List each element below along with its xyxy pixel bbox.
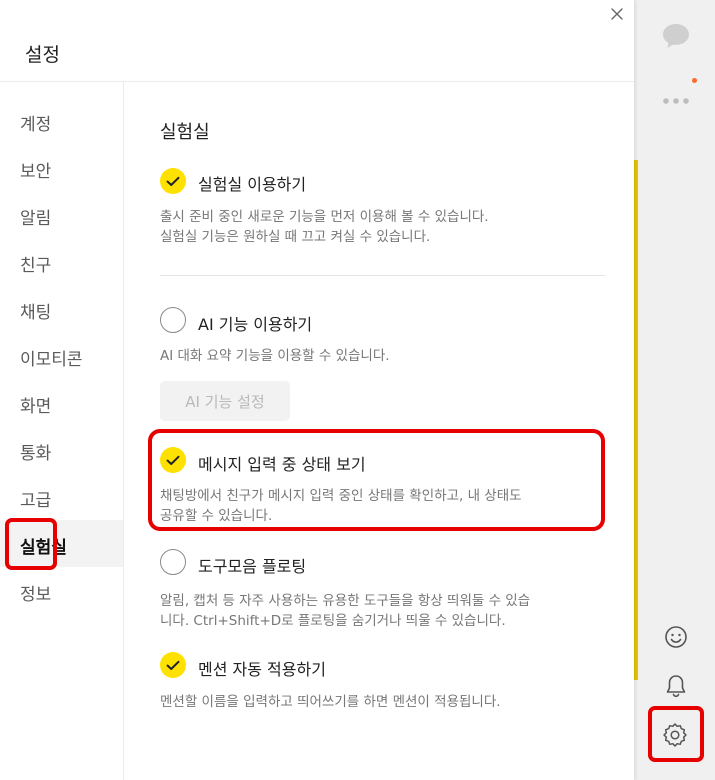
sidebar-item-security[interactable]: 보안 xyxy=(20,157,51,182)
sidebar-item-emoticons[interactable]: 이모티콘 xyxy=(20,345,83,370)
bell-icon[interactable] xyxy=(663,672,689,700)
more-icon[interactable] xyxy=(660,90,692,112)
sidebar-item-account[interactable]: 계정 xyxy=(20,110,51,135)
close-icon xyxy=(610,6,624,25)
settings-dialog: 설정 계정 보안 알림 친구 채팅 이모티콘 화면 통화 고급 실험실 정보 실… xyxy=(0,0,634,780)
mention-auto-description: 멘션할 이름을 입력하고 띄어쓰기를 하면 멘션이 적용됩니다. xyxy=(160,694,501,710)
ai-settings-button[interactable]: AI 기능 설정 xyxy=(160,381,290,421)
dialog-title: 설정 xyxy=(25,44,60,66)
typing-status-highlight-box xyxy=(148,429,605,531)
settings-highlight-box xyxy=(648,706,704,762)
section-title: 실험실 xyxy=(160,122,210,143)
ai-feature-checkbox[interactable] xyxy=(160,307,186,333)
sidebar-item-friends[interactable]: 친구 xyxy=(20,251,51,276)
chat-window-edge xyxy=(634,160,638,680)
ai-feature-description: AI 대화 요약 기능을 이용할 수 있습니다. xyxy=(160,348,390,364)
sidebar-item-calls[interactable]: 통화 xyxy=(20,439,51,464)
toolbar-floating-description: 알림, 캡처 등 자주 사용하는 유용한 도구들을 항상 띄워둘 수 있습 xyxy=(160,593,531,609)
ai-feature-label[interactable]: AI 기능 이용하기 xyxy=(198,311,312,335)
lab-highlight-box xyxy=(5,518,57,570)
lab-enable-checkbox[interactable] xyxy=(160,168,186,194)
toolbar-floating-label[interactable]: 도구모음 플로팅 xyxy=(198,553,306,577)
emoticon-icon[interactable] xyxy=(663,624,689,650)
checkmark-icon xyxy=(166,660,180,670)
sidebar-item-notifications[interactable]: 알림 xyxy=(20,204,51,229)
lab-enable-description: 실험실 기능은 원하실 때 끄고 켜실 수 있습니다. xyxy=(160,229,431,245)
mention-auto-label[interactable]: 멘션 자동 적용하기 xyxy=(198,656,326,680)
sidebar-item-advanced[interactable]: 고급 xyxy=(20,486,51,511)
settings-sidebar xyxy=(0,82,124,780)
close-button[interactable] xyxy=(606,4,628,26)
lab-enable-description: 출시 준비 중인 새로운 기능을 먼저 이용해 볼 수 있습니다. xyxy=(160,209,489,225)
notification-dot xyxy=(692,78,697,83)
lab-enable-label[interactable]: 실험실 이용하기 xyxy=(198,171,306,195)
sidebar-item-chatting[interactable]: 채팅 xyxy=(20,298,51,323)
app-right-toolbar xyxy=(634,0,715,780)
checkmark-icon xyxy=(166,176,180,186)
toolbar-floating-description: 니다. Ctrl+Shift+D로 플로팅을 숨기거나 띄울 수 있습니다. xyxy=(160,613,506,629)
sidebar-item-info[interactable]: 정보 xyxy=(20,580,51,605)
chat-bubble-icon[interactable] xyxy=(660,20,692,52)
toolbar-floating-checkbox[interactable] xyxy=(160,549,186,575)
section-divider xyxy=(160,275,605,276)
mention-auto-checkbox[interactable] xyxy=(160,652,186,678)
sidebar-item-display[interactable]: 화면 xyxy=(20,392,51,417)
